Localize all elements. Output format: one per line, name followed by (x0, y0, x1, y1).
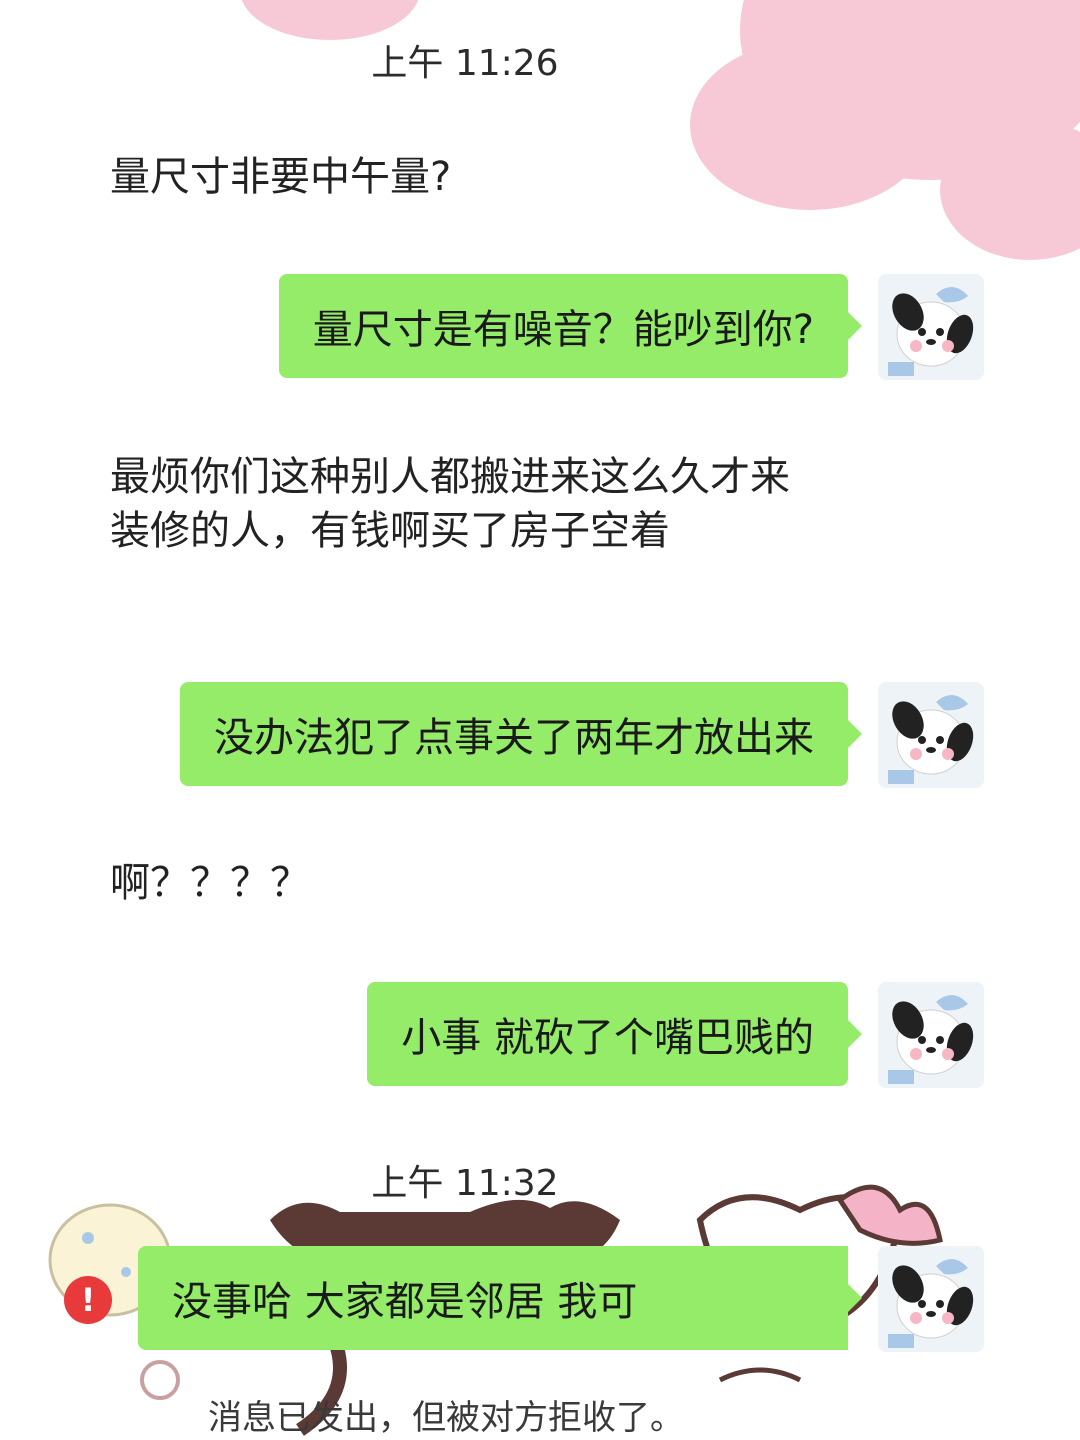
user-avatar[interactable] (878, 982, 984, 1088)
message-text: 小事 就砍了个嘴巴贱的 (401, 1015, 814, 1061)
user-avatar[interactable] (878, 682, 984, 788)
plush-toy-avatar-icon (888, 694, 974, 784)
timestamp: 上午 11:26 (371, 43, 559, 84)
plush-toy-avatar-icon (888, 994, 974, 1084)
user-avatar[interactable] (878, 274, 984, 380)
plush-toy-avatar-icon (888, 286, 974, 376)
message-text: 量尺寸是有噪音？能吵到你? (312, 307, 814, 353)
outgoing-message-bubble[interactable]: 量尺寸是有噪音？能吵到你? (278, 274, 863, 378)
message-text: 没办法犯了点事关了两年才放出来 (214, 715, 814, 761)
outgoing-message-bubble[interactable]: 小事 就砍了个嘴巴贱的 (367, 982, 862, 1086)
message-text: 没事哈 大家都是邻居 我可 (172, 1279, 638, 1325)
incoming-message[interactable]: 啊？？？？ (110, 856, 800, 910)
incoming-message[interactable]: 最烦你们这种别人都搬进来这么久才来装修的人，有钱啊买了房子空着 (110, 450, 790, 558)
chat-window: 上午 11:26 量尺寸非要中午量? 量尺寸是有噪音？能吵到你? 最烦你们这种别… (0, 0, 1080, 1440)
timestamp: 上午 11:32 (371, 1163, 559, 1204)
blur-overlay (678, 1246, 848, 1350)
plush-toy-avatar-icon (888, 1258, 974, 1348)
outgoing-message-bubble[interactable]: 没办法犯了点事关了两年才放出来 (180, 682, 862, 786)
system-notice: 消息已发出，但被对方拒收了。 (208, 1398, 684, 1438)
user-avatar[interactable] (878, 1246, 984, 1352)
exclamation-icon[interactable]: ! (64, 1276, 112, 1324)
incoming-message[interactable]: 量尺寸非要中午量? (110, 150, 800, 204)
outgoing-message-bubble-rejected[interactable]: 没事哈 大家都是邻居 我可 (138, 1246, 862, 1350)
